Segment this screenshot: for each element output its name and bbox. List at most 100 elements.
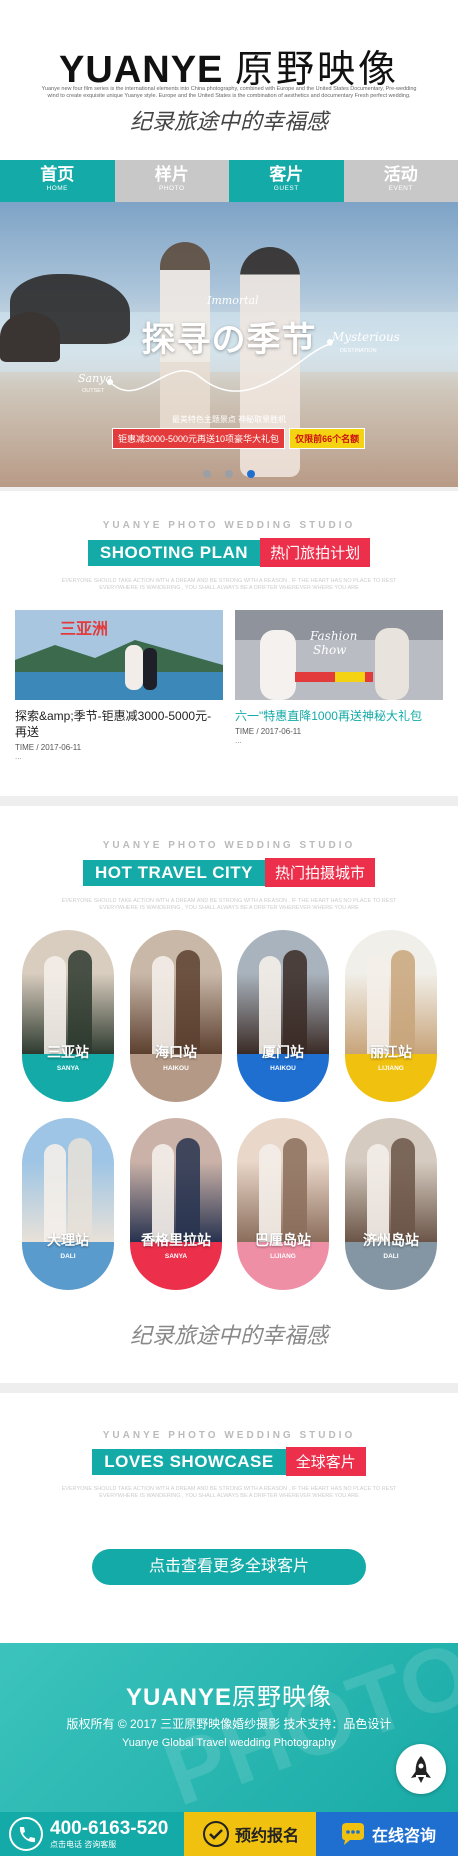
- site-logo[interactable]: YUANYE 原野映像: [0, 38, 458, 93]
- plan-card-more: ...: [235, 736, 242, 745]
- section-title: SHOOTING PLAN 热门旅拍计划: [0, 538, 458, 567]
- signup-label: 预约报名: [234, 1828, 299, 1845]
- city-card[interactable]: 大理站 DALI: [22, 1118, 114, 1290]
- more-showcase-button[interactable]: 点击查看更多全球客片: [92, 1549, 366, 1585]
- svg-text:三亚洲: 三亚洲: [60, 619, 108, 638]
- main-nav: 首页 HOME 样片 PHOTO 客片 GUEST 活动 EVENT: [0, 160, 458, 202]
- plan-card-image[interactable]: Fashion Show: [235, 610, 443, 700]
- city-en: DALI: [60, 1253, 76, 1260]
- city-card[interactable]: 厦门站 HAIKOU: [237, 930, 329, 1102]
- city-band: 巴厘岛站 LIJIANG: [237, 1232, 329, 1290]
- limit-badge: 仅限前66个名额: [289, 428, 366, 449]
- city-band: 海口站 HAIKOU: [130, 1044, 222, 1102]
- logo-en: YUANYE: [59, 49, 224, 91]
- banner-sub-right: DESTINATION: [340, 348, 377, 354]
- carousel-dots: [0, 465, 458, 483]
- city-en: LIJIANG: [270, 1253, 296, 1260]
- phone-sub: 点击电话 咨询客服: [50, 1839, 117, 1849]
- nav-sub: EVENT: [388, 185, 413, 192]
- hero-banner[interactable]: Immortal 探寻の季节 Mysterious DESTINATION Sa…: [0, 202, 458, 487]
- couple-figure: [176, 950, 200, 1054]
- nav-home[interactable]: 首页 HOME: [0, 160, 115, 202]
- svg-text:Show: Show: [313, 643, 347, 657]
- chat-label: 在线咨询: [371, 1828, 436, 1845]
- city-en: SANYA: [56, 1065, 80, 1072]
- nav-guest[interactable]: 客片 GUEST: [229, 160, 344, 202]
- carousel-dot[interactable]: [225, 470, 233, 478]
- chat-icon: [341, 1823, 364, 1845]
- online-chat-button[interactable]: 在线咨询: [316, 1812, 458, 1856]
- city-card[interactable]: 香格里拉站 SANYA: [130, 1118, 222, 1290]
- back-to-top-button[interactable]: [396, 1744, 446, 1794]
- nav-label: 客片: [269, 165, 304, 184]
- plan-card[interactable]: Fashion Show 六一"特惠直降1000再送神秘大礼包 TIME / 2…: [235, 610, 443, 745]
- divider: [0, 487, 458, 491]
- carousel-dot-active[interactable]: [247, 470, 256, 478]
- phone-icon: [9, 1817, 43, 1851]
- bottom-action-bar: 400-6163-520 点击电话 咨询客服 预约报名 在线咨询: [0, 1812, 458, 1856]
- signup-button[interactable]: 预约报名: [184, 1812, 316, 1856]
- city-card[interactable]: 三亚站 SANYA: [22, 930, 114, 1102]
- city-photo: [345, 930, 437, 1054]
- couple-figure: [44, 1144, 66, 1242]
- rocket-icon: [411, 1756, 431, 1783]
- banner-subtitle: 最美特色主题景点 神秘取景胜机: [171, 415, 287, 424]
- nav-sub: HOME: [46, 185, 68, 192]
- section-eyebrow: YUANYE PHOTO WEDDING STUDIO: [102, 1430, 356, 1441]
- city-en: SANYA: [164, 1253, 188, 1260]
- city-band: 厦门站 HAIKOU: [237, 1044, 329, 1102]
- city-name: 丽江站: [370, 1044, 412, 1060]
- city-band: 三亚站 SANYA: [22, 1044, 114, 1102]
- couple-figure: [283, 1138, 307, 1242]
- footer-logo-en: YUANYE: [125, 1684, 233, 1711]
- section-title-cn: 热门旅拍计划: [260, 538, 371, 567]
- promo-badge: 钜惠减3000-5000元再送10项豪华大礼包: [112, 428, 286, 449]
- page: YUANYE 原野映像 Yuanye new four film series …: [0, 0, 458, 1856]
- footer-logo[interactable]: YUANYE原野映像: [0, 1677, 458, 1712]
- city-en: LIJIANG: [378, 1065, 404, 1072]
- city-photo: [130, 1118, 222, 1242]
- section-title-en: HOT TRAVEL CITY: [82, 859, 265, 886]
- plan-card-image[interactable]: 三亚洲: [15, 610, 223, 700]
- city-card[interactable]: 海口站 HAIKOU: [130, 930, 222, 1102]
- header-tagline: Yuanye new four film series is the inter…: [41, 86, 417, 99]
- nav-event[interactable]: 活动 EVENT: [343, 160, 458, 202]
- carousel-dot[interactable]: [202, 470, 211, 478]
- city-photo: [22, 1118, 114, 1242]
- couple-figure: [391, 1138, 415, 1242]
- banner-script-left: Sanya: [78, 372, 112, 385]
- city-name: 大理站: [47, 1232, 89, 1248]
- section-title-en: SHOOTING PLAN: [87, 539, 261, 566]
- nav-label: 样片: [154, 165, 189, 184]
- section-eyebrow: YUANYE PHOTO WEDDING STUDIO: [102, 840, 356, 851]
- city-card[interactable]: 丽江站 LIJIANG: [345, 930, 437, 1102]
- city-en: HAIKOU: [163, 1065, 189, 1072]
- city-photo: [345, 1118, 437, 1242]
- site-header: YUANYE 原野映像 Yuanye new four film series …: [0, 0, 458, 160]
- plan-image-svg: Fashion Show: [235, 610, 443, 700]
- couple-figure: [259, 956, 281, 1054]
- footer-watermark: PHOTO: [151, 1643, 458, 1826]
- city-photo: [130, 930, 222, 1054]
- city-card[interactable]: 巴厘岛站 LIJIANG: [237, 1118, 329, 1290]
- couple-figure: [68, 1138, 92, 1242]
- couple-figure: [283, 950, 307, 1054]
- plan-card-time: TIME / 2017-06-11: [15, 743, 82, 752]
- couple-figure: [176, 1138, 200, 1242]
- divider: [0, 796, 458, 806]
- call-button[interactable]: 400-6163-520 点击电话 咨询客服: [0, 1812, 184, 1856]
- city-photo: [237, 930, 329, 1054]
- couple-figure: [391, 950, 415, 1054]
- section-title-cn: 热门拍摄城市: [264, 858, 375, 887]
- banner-script-right: Mysterious: [332, 330, 400, 344]
- section-eyebrow: YUANYE PHOTO WEDDING STUDIO: [102, 520, 356, 531]
- nav-label: 活动: [383, 165, 418, 184]
- city-card[interactable]: 济州岛站 DALI: [345, 1118, 437, 1290]
- city-photo: [22, 930, 114, 1054]
- nav-photo[interactable]: 样片 PHOTO: [114, 160, 229, 202]
- plan-card-title[interactable]: 六一"特惠直降1000再送神秘大礼包: [235, 708, 443, 724]
- plan-card-title[interactable]: 探索&amp;季节-钜惠减3000-5000元-再送: [15, 708, 223, 740]
- plan-card[interactable]: 三亚洲 探索&amp;季节-钜惠减3000-5000元-再送 TIME / 20…: [15, 610, 223, 761]
- city-name: 厦门站: [262, 1044, 304, 1060]
- section-desc: EVERYONE SHOULD TAKE ACTION WITH A DREAM…: [61, 1486, 397, 1499]
